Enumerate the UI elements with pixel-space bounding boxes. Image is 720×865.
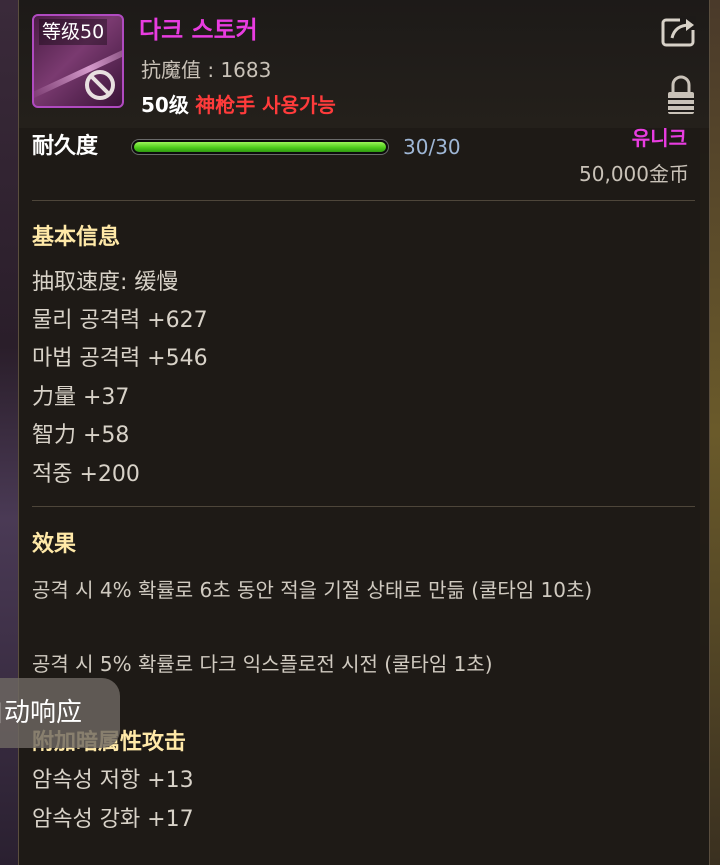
sell-price: 50,000金币 [579,162,689,186]
divider [32,200,695,201]
stat-magic-attack: 마법 공격력 +546 [32,346,208,371]
stat-physical-attack: 물리 공격력 +627 [32,308,208,333]
auto-response-label: 自动响应 [0,698,83,728]
attribute-line: 암속성 저항 +13 [32,768,194,793]
effect-line: 공격 시 5% 확률로 다크 익스플로전 시전 (쿨타임 1초) [32,652,493,676]
level-badge: 等级50 [39,19,108,45]
requirement-line: 50级 神枪手 사용가능 [141,91,336,119]
attribute-line: 암속성 강화 +17 [32,807,194,832]
item-tooltip-panel: 等级50 다크 스토커 抗魔值 : 1683 50级 神枪手 사용가능 耐久度 [18,0,710,865]
stat-hit-rate: 적중 +200 [32,462,140,487]
stat-strength: 力量 +37 [32,385,130,410]
required-level: 50级 [141,93,189,117]
export-icon[interactable] [660,14,698,48]
stat-intelligence: 智力 +58 [32,423,130,448]
durability-value: 30/30 [403,135,461,159]
prohibited-icon [85,70,115,100]
durability-label: 耐久度 [32,134,99,159]
magic-resist: 抗魔值 : 1683 [141,58,272,82]
durability-bar [131,139,389,155]
basic-info-title: 基本信息 [32,225,121,250]
lock-icon[interactable] [665,74,697,116]
item-name: 다크 스토커 [139,16,258,44]
durability-bar-fill [134,142,386,152]
stat-attack-speed: 抽取速度: 缓慢 [32,270,179,295]
divider [32,506,695,507]
auto-response-button[interactable]: 自动响应 [0,678,120,748]
item-icon[interactable]: 等级50 [32,14,124,108]
tooltip-header: 等级50 다크 스토커 抗魔值 : 1683 50级 神枪手 사용가능 [19,0,709,128]
required-class: 神枪手 사용가능 [195,93,336,117]
effect-line: 공격 시 4% 확률로 6초 동안 적을 기절 상태로 만듦 (쿨타임 10초) [32,578,593,602]
effects-title: 效果 [32,532,77,557]
rarity-label: 유니크 [631,126,687,150]
